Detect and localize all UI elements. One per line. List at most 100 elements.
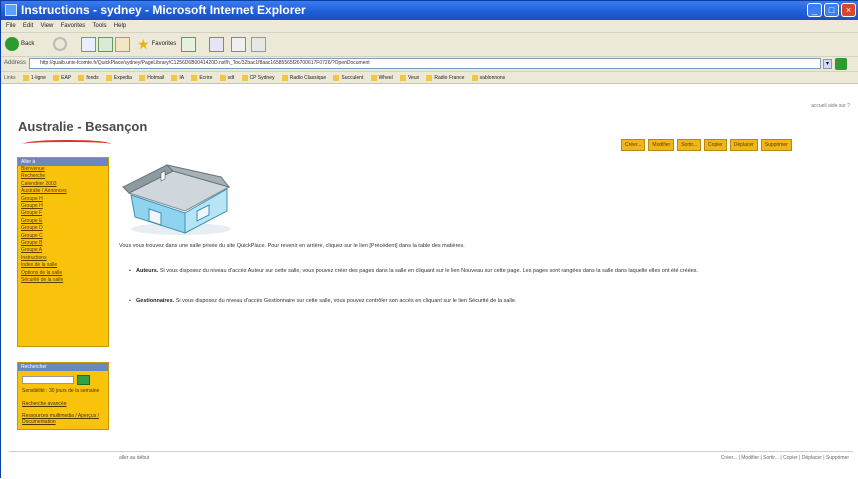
link-icon xyxy=(333,74,340,81)
star-icon: ★ xyxy=(137,35,150,52)
modify-button[interactable]: Modifier xyxy=(648,139,675,151)
menu-file[interactable]: File xyxy=(6,20,16,32)
sidebar-item-calendar[interactable]: Calendrier 2003 xyxy=(18,181,108,188)
address-dropdown[interactable]: ▾ xyxy=(823,59,832,69)
link-icon xyxy=(471,74,478,81)
link-item[interactable]: Radio France xyxy=(426,73,464,83)
bullet-title: Auteurs. xyxy=(136,268,159,274)
footer-top-link[interactable]: aller au début xyxy=(119,455,149,461)
sidebar-item-group[interactable]: Groupe F xyxy=(18,210,108,217)
footer-actions[interactable]: Créer... | Modifier | Sortir... | Copier… xyxy=(721,455,849,461)
create-button[interactable]: Créer... xyxy=(621,139,646,151)
mail-button[interactable] xyxy=(231,36,246,52)
link-icon xyxy=(241,74,248,81)
standard-toolbar: Back ★ Favorites xyxy=(1,33,858,57)
media-button[interactable] xyxy=(209,36,224,52)
sidebar-item-announcements[interactable]: Australie / Annonces xyxy=(18,188,108,195)
link-item[interactable]: EAP xyxy=(53,73,71,83)
print-button[interactable] xyxy=(251,36,266,52)
menu-favorites[interactable]: Favorites xyxy=(61,20,86,32)
sidebar-item-group[interactable]: Groupe B xyxy=(18,240,108,247)
address-input[interactable]: http://quaib.univ-fcomte.fr/QuickPlace/s… xyxy=(29,58,821,69)
history-button[interactable] xyxy=(181,36,196,52)
sidebar-item-group[interactable]: Groupe A xyxy=(18,247,108,254)
link-item[interactable]: IA xyxy=(171,73,184,83)
print-icon xyxy=(251,36,266,52)
link-item[interactable]: fonds xyxy=(78,73,99,83)
link-icon xyxy=(53,74,60,81)
sidebar-item-welcome[interactable]: Bienvenue xyxy=(18,166,108,173)
link-item[interactable]: sablonnons xyxy=(471,73,505,83)
link-icon xyxy=(22,74,29,81)
go-button[interactable] xyxy=(835,58,847,70)
maximize-button[interactable]: □ xyxy=(824,3,839,17)
favorites-label: Favorites xyxy=(151,41,177,47)
minimize-button[interactable]: _ xyxy=(807,3,822,17)
resources-link[interactable]: Ressources multimedia / Aperçus / Docume… xyxy=(22,413,106,425)
media-icon xyxy=(209,36,224,52)
search-go-button[interactable] xyxy=(77,375,90,385)
sidebar-item-security[interactable]: Sécurité de la salle xyxy=(18,277,108,284)
link-item[interactable]: Radio Classique xyxy=(281,73,326,83)
search-heading: Rechercher xyxy=(18,363,108,371)
title-swoosh xyxy=(23,140,111,148)
link-icon xyxy=(281,74,288,81)
link-icon xyxy=(370,74,377,81)
link-item[interactable]: Veux xyxy=(400,73,419,83)
link-icon xyxy=(191,74,198,81)
sidebar-nav: Aller à Bienvenue Recherche Calendrier 2… xyxy=(17,157,109,347)
favorites-button[interactable]: ★ Favorites xyxy=(137,36,176,52)
search-input[interactable] xyxy=(22,376,74,384)
move-button[interactable]: Déplacer xyxy=(729,139,758,151)
menu-bar: File Edit View Favorites Tools Help xyxy=(1,20,858,33)
link-icon xyxy=(78,74,85,81)
menu-help[interactable]: Help xyxy=(114,20,126,32)
menu-tools[interactable]: Tools xyxy=(93,20,107,32)
link-item[interactable]: CP Sydney xyxy=(241,73,274,83)
link-item[interactable]: Ecrire xyxy=(191,73,212,83)
copy-button[interactable]: Copier xyxy=(704,139,727,151)
sidebar-item-group[interactable]: Groupe H xyxy=(18,203,108,210)
menu-view[interactable]: View xyxy=(40,20,53,32)
sidebar-item-group[interactable]: Groupe E xyxy=(18,218,108,225)
accueil-link[interactable]: accueil aide sur ? xyxy=(811,103,850,109)
sidebar-item-group[interactable]: Groupe H xyxy=(18,196,108,203)
browser-window: Instructions - sydney - Microsoft Intern… xyxy=(0,0,858,479)
sidebar-item-group[interactable]: Groupe C xyxy=(18,233,108,240)
bullet-title: Gestionnaires. xyxy=(136,298,175,304)
link-item[interactable]: Wheel xyxy=(370,73,393,83)
home-button[interactable] xyxy=(115,36,130,52)
link-item[interactable]: Expedia xyxy=(105,73,132,83)
home-icon xyxy=(115,36,130,52)
bullet-dot-icon: • xyxy=(129,298,131,304)
link-item[interactable]: Hotmail xyxy=(139,73,164,83)
menu-edit[interactable]: Edit xyxy=(23,20,33,32)
house-illustration xyxy=(122,164,231,235)
refresh-button[interactable] xyxy=(98,36,113,52)
exit-button[interactable]: Sortir... xyxy=(677,139,702,151)
intro-text: Vous vous trouvez dans une salle privée … xyxy=(119,243,465,249)
sidebar-item-group[interactable]: Groupe D xyxy=(18,225,108,232)
link-item[interactable]: sdt xyxy=(219,73,234,83)
address-bar: Address http://quaib.univ-fcomte.fr/Quic… xyxy=(1,57,858,72)
sidebar-item-options[interactable]: Options de la salle xyxy=(18,270,108,277)
link-item[interactable]: 1-ligne xyxy=(22,73,46,83)
links-bar: Links 1-ligne EAP fonds Expedia Hotmail … xyxy=(1,72,858,84)
link-icon xyxy=(139,74,146,81)
sidebar-item-instructions[interactable]: Instructions xyxy=(18,255,108,262)
sidebar-item-index[interactable]: Index de la salle xyxy=(18,262,108,269)
close-button[interactable]: × xyxy=(841,3,856,17)
back-label: Back xyxy=(21,41,35,47)
sidebar-item-search[interactable]: Recherche xyxy=(18,173,108,180)
advanced-search-link[interactable]: Recherche avancée xyxy=(22,401,106,407)
stop-button[interactable] xyxy=(81,36,96,52)
forward-button[interactable] xyxy=(53,36,67,52)
delete-button[interactable]: Supprimer xyxy=(760,139,792,151)
action-buttons: Créer... Modifier Sortir... Copier Dépla… xyxy=(621,139,792,151)
refresh-icon xyxy=(98,36,113,52)
address-label: Address xyxy=(4,60,27,66)
sidebar-heading: Aller à xyxy=(18,158,108,166)
mail-icon xyxy=(231,36,246,52)
back-button[interactable]: Back xyxy=(5,36,34,52)
link-item[interactable]: Succulent xyxy=(333,73,363,83)
